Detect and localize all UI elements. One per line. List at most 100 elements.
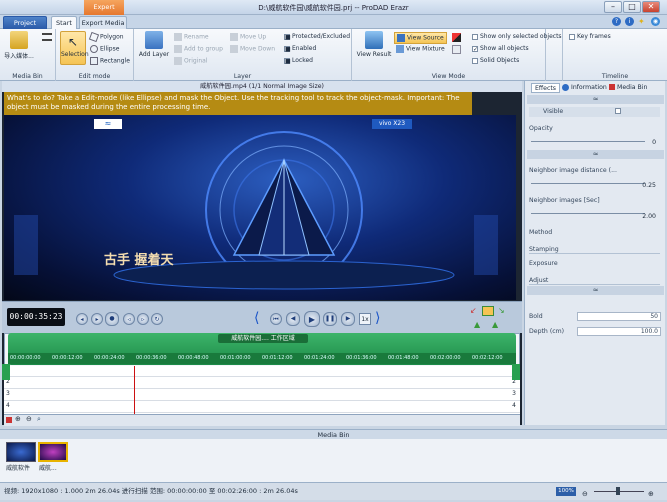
neighbor-distance-label: Neighbor image distance (...	[529, 167, 617, 174]
zoom-fit-icon[interactable]: ⌕	[37, 415, 41, 424]
media-thumbnail[interactable]	[6, 442, 36, 462]
sponsor-watermark: vivo X23	[372, 119, 412, 129]
loop-button[interactable]: ↻	[151, 313, 163, 325]
speed-button[interactable]: 1x	[359, 313, 371, 325]
neighbor-distance-slider[interactable]	[531, 179, 645, 184]
bracket-right-icon[interactable]: ⟩	[375, 310, 380, 326]
tab-project[interactable]: Project	[3, 16, 47, 29]
method-row[interactable]: Method	[529, 229, 660, 236]
group-icon	[174, 45, 182, 53]
info-icon[interactable]: i	[625, 17, 634, 26]
pause-button[interactable]: ❚❚	[323, 312, 337, 326]
expand-chevron-icon[interactable]: ≈	[527, 286, 664, 295]
close-button[interactable]: ✕	[642, 1, 660, 13]
show-selected-objects-checkbox[interactable]: Show only selected objects	[472, 33, 562, 40]
video-preview[interactable]: ≈ vivo X23 古手 握着天	[4, 115, 516, 300]
neighbor-images-slider[interactable]	[531, 209, 645, 214]
zoom-out-icon[interactable]: ⊖	[26, 415, 32, 423]
view-result-button[interactable]: View Result	[356, 31, 392, 58]
tab-media-bin[interactable]: Media Bin	[617, 83, 647, 93]
track-start-handle[interactable]	[2, 364, 10, 380]
next-frame-button[interactable]: ▸	[91, 313, 103, 325]
rectangle-button[interactable]: Rectangle	[90, 57, 130, 65]
locked-label: Locked	[292, 57, 313, 64]
media-thumbnail-selected[interactable]	[38, 442, 68, 462]
exposure-row[interactable]: Exposure	[529, 260, 660, 267]
timeline-group: Key frames Timeline	[562, 29, 667, 81]
selection-button[interactable]: ↖ Selection	[60, 31, 89, 65]
go-start-button[interactable]: ⏮	[270, 313, 282, 325]
rectangle-label: Rectangle	[100, 57, 130, 65]
forward-button[interactable]: ▶	[341, 312, 355, 326]
globe-icon[interactable]: ◉	[651, 17, 660, 26]
track-down-icon[interactable]: ▲	[492, 320, 498, 329]
time-ruler[interactable]: 00:00:00:00 00:00:12:00 00:00:24:00 00:00:3…	[8, 353, 516, 364]
view-source-button[interactable]: View Source	[394, 32, 447, 44]
add-to-group-button[interactable]: Add to group	[174, 45, 223, 53]
ellipse-button[interactable]: Ellipse	[90, 45, 119, 53]
adjust-row[interactable]: Adjust	[529, 277, 660, 285]
keyframes-checkbox[interactable]: Key frames	[569, 33, 611, 40]
track-up-icon[interactable]: ▲	[474, 320, 480, 329]
lightbulb-icon[interactable]: ✦	[638, 17, 647, 26]
solid-objects-checkbox[interactable]: Solid Objects	[472, 57, 519, 64]
enabled-checkbox[interactable]: ■Enabled	[284, 45, 316, 52]
original-button[interactable]: Original	[174, 57, 207, 65]
arrow-up-icon	[230, 33, 238, 41]
move-up-button[interactable]: Move Up	[230, 33, 266, 41]
step-forward-button[interactable]: ▹	[137, 313, 149, 325]
tab-information[interactable]: Information	[571, 83, 607, 93]
track-end-handle[interactable]	[512, 364, 520, 380]
prev-frame-button[interactable]: ◂	[76, 313, 88, 325]
track-left-icon[interactable]: ↙	[470, 306, 477, 315]
viewer-header: 威航软件园.mp4 (1/1 Normal Image Size)	[2, 81, 522, 92]
expert-contextual-tab[interactable]: Expert	[84, 0, 124, 15]
bracket-left-icon[interactable]: ⟨	[254, 310, 259, 326]
tab-start[interactable]: Start	[51, 16, 77, 29]
import-media-button[interactable]: 导入媒体...	[4, 31, 34, 60]
mask-mode-icon[interactable]	[452, 45, 461, 54]
depth-input[interactable]: 100.0	[577, 327, 661, 336]
maximize-button[interactable]: □	[623, 1, 641, 13]
track-list[interactable]: 11 22 33 44	[4, 366, 520, 414]
record-button[interactable]: ●	[105, 312, 119, 326]
locked-checkbox[interactable]: ■Locked	[284, 57, 313, 64]
track-right-icon[interactable]: ↘	[498, 306, 505, 315]
show-all-objects-checkbox[interactable]: ✓ Show all objects	[472, 45, 529, 52]
move-down-button[interactable]: Move Down	[230, 45, 275, 53]
ruler-tick: 00:01:36:00	[346, 355, 377, 361]
tab-export-media[interactable]: Export Media	[79, 16, 127, 29]
playhead[interactable]	[134, 366, 135, 414]
method-label: Method	[529, 229, 553, 236]
layer-stack-icon	[145, 31, 163, 49]
zoom-slider-thumb[interactable]	[616, 487, 620, 495]
arrow-down-icon	[230, 45, 238, 53]
step-back-button[interactable]: ◃	[123, 313, 135, 325]
ruler-tick: 00:01:12:00	[262, 355, 293, 361]
help-icon[interactable]: ?	[612, 17, 621, 26]
visible-checkbox[interactable]	[615, 108, 621, 114]
stamping-row[interactable]: Stamping	[529, 246, 660, 254]
zoom-in-icon[interactable]: ⊕	[15, 415, 21, 423]
zoom-level-badge[interactable]: 100%	[556, 487, 576, 496]
collapse-chevron-icon[interactable]: ≈	[527, 95, 664, 104]
bold-input[interactable]: 50	[577, 312, 661, 321]
color-swatch-icon[interactable]	[452, 33, 461, 42]
expand-chevron-icon[interactable]: ≈	[527, 150, 664, 159]
tracking-icon[interactable]	[482, 306, 494, 316]
properties-panel: Effects Information Media Bin ≈ Visible …	[524, 81, 665, 425]
adjust-label: Adjust	[529, 277, 549, 284]
rewind-button[interactable]: ◀	[286, 312, 300, 326]
tab-effects[interactable]: Effects	[531, 83, 561, 93]
protected-checkbox[interactable]: ■Protected/Excluded	[284, 33, 350, 40]
polygon-button[interactable]: Polygon	[88, 31, 124, 43]
view-mixture-button[interactable]: View Mixture	[396, 45, 445, 53]
rename-button[interactable]: Rename	[174, 33, 209, 41]
list-view-icon[interactable]	[42, 33, 52, 41]
play-button[interactable]: ▶	[304, 311, 320, 327]
minimize-button[interactable]: –	[604, 1, 622, 13]
add-layer-button[interactable]: Add Layer	[137, 31, 171, 58]
marker-icon[interactable]	[6, 417, 12, 423]
opacity-slider[interactable]	[531, 137, 645, 142]
neighbor-images-label: Neighbor images [Sec]	[529, 197, 600, 204]
